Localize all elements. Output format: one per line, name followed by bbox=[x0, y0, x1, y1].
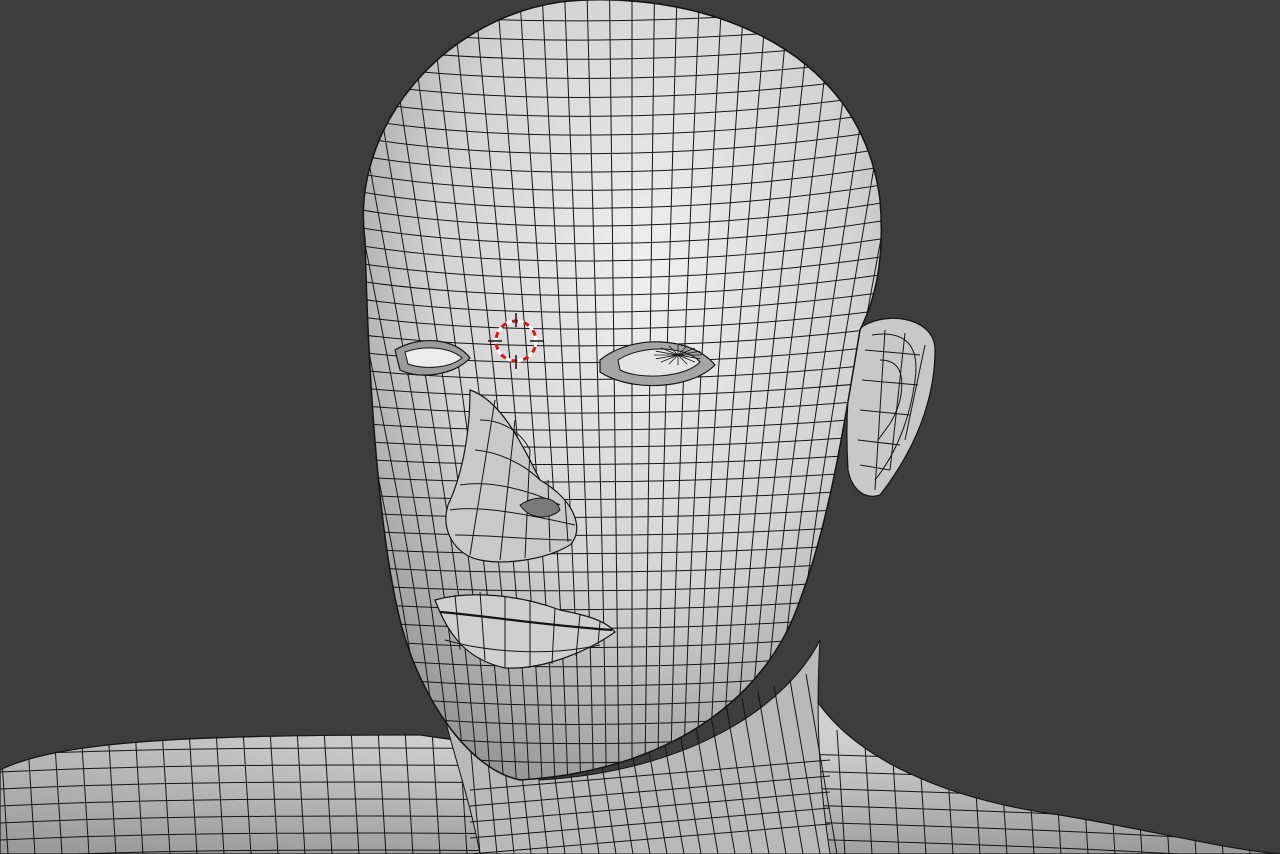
wireframe-head-mesh[interactable] bbox=[0, 0, 1280, 854]
3d-viewport[interactable] bbox=[0, 0, 1280, 854]
ear-mesh bbox=[846, 317, 936, 497]
